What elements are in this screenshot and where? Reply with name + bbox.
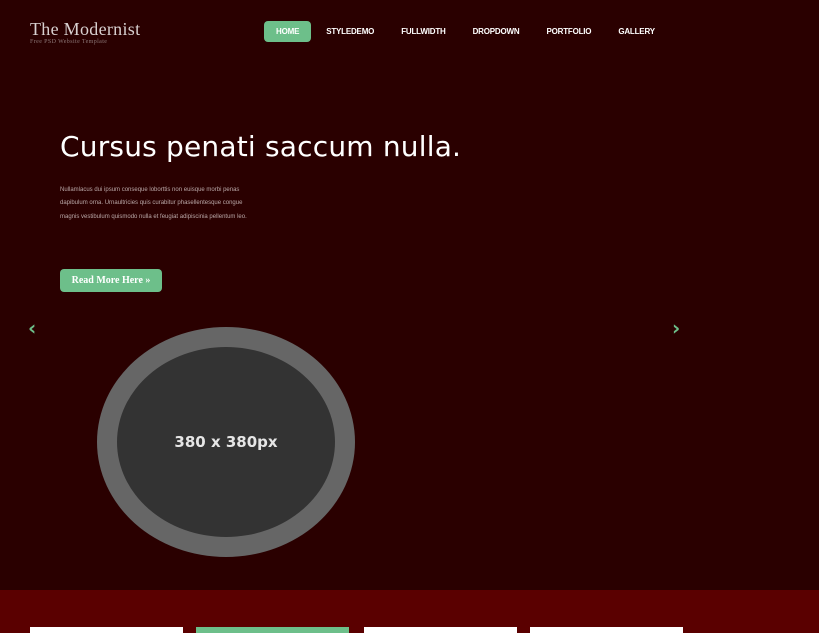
site-header: The Modernist Free PSD Website Template … <box>0 0 819 60</box>
slider-prev-icon[interactable]: ‹ <box>28 316 36 340</box>
feature-tab-1[interactable] <box>30 627 183 633</box>
hero-image-placeholder: 380 x 380px <box>97 327 355 557</box>
feature-tab-3[interactable] <box>364 627 517 633</box>
nav-item-gallery[interactable]: GALLERY <box>606 21 667 42</box>
logo-tagline: Free PSD Website Template <box>30 39 108 45</box>
main-nav: HOME STYLEDEMO FULLWIDTH DROPDOWN PORTFO… <box>264 21 670 42</box>
slider-next-icon[interactable]: › <box>672 316 680 340</box>
site-logo[interactable]: The Modernist Free PSD Website Template <box>30 19 140 46</box>
feature-tab-2[interactable] <box>196 627 349 633</box>
nav-item-fullwidth[interactable]: FULLWIDTH <box>389 21 457 42</box>
nav-item-dropdown[interactable]: DROPDOWN <box>461 21 532 42</box>
logo-title: The Modernist <box>30 19 141 39</box>
feature-tab-4[interactable] <box>530 627 683 633</box>
hero-text: Nullamlacus dui ipsum conseque loborttis… <box>60 187 247 220</box>
read-more-button[interactable]: Read More Here » <box>60 269 162 292</box>
nav-item-home[interactable]: HOME <box>264 21 312 42</box>
nav-item-portfolio[interactable]: PORTFOLIO <box>534 21 603 42</box>
nav-item-styledemo[interactable]: STYLEDEMO <box>314 21 386 42</box>
placeholder-label: 380 x 380px <box>174 433 278 451</box>
hero-title: Cursus penati saccum nulla. <box>60 130 462 163</box>
